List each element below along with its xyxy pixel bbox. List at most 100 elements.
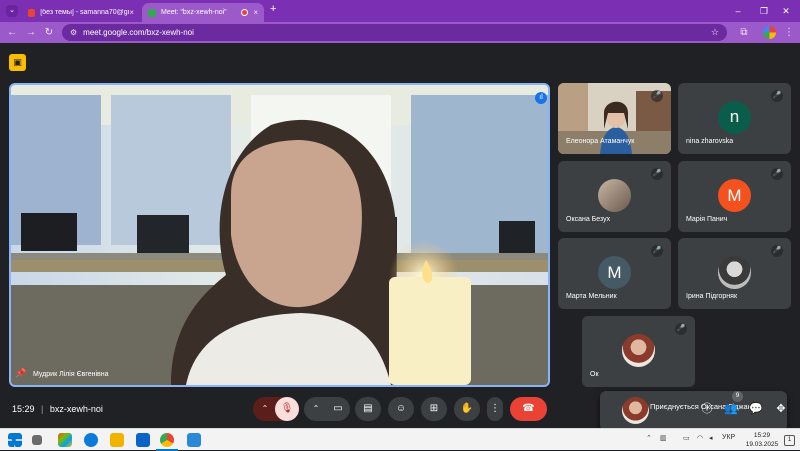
camera-toggle-button[interactable]: ▭ (326, 397, 350, 421)
camera-options-chevron-icon[interactable]: ⌃ (310, 397, 322, 421)
participant-name: Елеонора Атаманчук (566, 138, 635, 145)
minimize-button[interactable]: – (724, 3, 752, 19)
meet-stage: ▣ ıl 📌 Мудрик Лілія Євгенівна 🎤 Елеонора… (0, 43, 800, 431)
extensions-icon[interactable]: ⧉ (737, 26, 751, 40)
profile-avatar[interactable] (763, 26, 776, 39)
main-video-tile[interactable]: ıl 📌 Мудрик Лілія Євгенівна (9, 83, 550, 387)
notification-center-icon[interactable]: 1 (784, 435, 795, 446)
mic-off-icon: 🎤 (771, 90, 783, 102)
participant-tile[interactable]: 🎤 Елеонора Атаманчук (558, 83, 671, 154)
browser-toolbar: ← → ↻ ⚙ meet.google.com/bxz-xewh-noi ☆ ⧉… (0, 22, 800, 43)
network-icon[interactable]: ▥ (660, 434, 667, 442)
avatar (718, 256, 751, 289)
browser-tab-strip: ⌄ [без темы] - samanna70@gmai × Meet: "b… (0, 0, 800, 22)
camera-group: ⌃ ▭ (304, 397, 350, 421)
edge-icon[interactable] (84, 433, 98, 447)
participant-name: Ок (590, 371, 599, 378)
keyboard-language[interactable]: УКР (722, 434, 735, 441)
tab-meet[interactable]: Meet: "bxz-xewh-noi" × (142, 3, 264, 22)
mic-off-icon: 🎤 (651, 90, 663, 102)
participant-name: nina zharovska (686, 138, 734, 145)
mic-group: ⌃ 🎙 (253, 397, 299, 421)
present-button[interactable]: ⊞ (421, 397, 447, 421)
participant-tile[interactable]: 🎤 Ірина Підгорняк (678, 238, 791, 309)
end-call-button[interactable]: ☎ (510, 397, 547, 421)
meeting-code: bxz-xewh-noi (49, 404, 103, 414)
participant-name: Оксана Безух (566, 216, 611, 223)
main-speaker-name: Мудрик Лілія Євгенівна (33, 371, 109, 378)
mic-off-icon: 🎤 (771, 245, 783, 257)
close-window-button[interactable]: ✕ (772, 3, 800, 19)
address-bar[interactable]: ⚙ meet.google.com/bxz-xewh-noi ☆ (62, 24, 727, 41)
mic-off-icon: 🎤 (651, 245, 663, 257)
raise-hand-button[interactable]: ✋ (454, 397, 480, 421)
start-icon[interactable] (8, 433, 22, 447)
volume-icon[interactable]: ◂ (709, 434, 713, 442)
tab-search-icon[interactable]: ⌄ (6, 5, 18, 17)
participant-name: Марта Мельник (566, 293, 617, 300)
site-info-icon[interactable]: ⚙ (70, 28, 77, 37)
menu-icon[interactable]: ⋮ (782, 26, 796, 40)
participant-tile[interactable]: M 🎤 Марія Панич (678, 161, 791, 232)
mic-off-icon: 🎤 (651, 168, 663, 180)
show-hidden-icons[interactable]: ⌃ (646, 434, 652, 442)
participant-name: Ірина Підгорняк (686, 293, 738, 300)
mic-off-icon: 🎤 (675, 323, 687, 335)
store-icon[interactable] (187, 433, 201, 447)
avatar: M (598, 256, 631, 289)
close-icon[interactable]: × (129, 8, 134, 17)
url-text: meet.google.com/bxz-xewh-noi (83, 28, 194, 37)
meet-icon (148, 8, 156, 17)
reload-icon[interactable]: ↻ (42, 26, 56, 40)
people-button[interactable]: 👥 9 (722, 391, 743, 418)
speaking-indicator-icon: ıl (535, 92, 547, 104)
avatar (622, 334, 655, 367)
participant-tile[interactable]: M 🎤 Марта Мельник (558, 238, 671, 309)
speaker-video (11, 85, 548, 385)
outlook-icon[interactable] (136, 433, 150, 447)
meeting-info-icon[interactable]: ⓘ (698, 400, 716, 418)
avatar: M (718, 179, 751, 212)
meeting-time: 15:29 (12, 404, 35, 414)
tab-label: [без темы] - samanna70@gmai (40, 9, 130, 16)
participant-tile[interactable]: 🎤 Оксана Безух (558, 161, 671, 232)
captions-button[interactable]: ▤ (355, 397, 381, 421)
mic-options-chevron-icon[interactable]: ⌃ (259, 397, 271, 421)
forward-icon[interactable]: → (24, 26, 38, 40)
tab-gmail[interactable]: [без темы] - samanna70@gmai × (22, 3, 140, 22)
avatar (598, 179, 631, 212)
mic-off-icon: 🎤 (771, 168, 783, 180)
avatar: n (718, 101, 751, 134)
mic-toggle-button[interactable]: 🎙 (275, 397, 299, 421)
chrome-icon[interactable] (160, 433, 174, 447)
more-options-button[interactable]: ⋮ (487, 397, 503, 421)
activities-icon[interactable]: ✥ (772, 400, 790, 418)
pin-icon[interactable]: 📌 (15, 368, 26, 379)
system-clock[interactable]: 15:29 19.03.2025 (742, 431, 782, 449)
tab-label: Meet: "bxz-xewh-noi" (161, 9, 227, 16)
avatar (622, 397, 649, 424)
clock-date: 19.03.2025 (745, 441, 779, 448)
wifi-icon[interactable]: ◠ (697, 434, 703, 442)
close-icon[interactable]: × (253, 8, 258, 17)
presentation-icon[interactable]: ▣ (9, 54, 26, 71)
people-count-badge: 9 (732, 391, 743, 402)
people-icon: 👥 (724, 403, 738, 415)
emoji-button[interactable]: ☺ (388, 397, 414, 421)
windows-taskbar: ⌃ ▥ ▭ ◠ ◂ УКР 15:29 19.03.2025 1 (0, 428, 800, 451)
back-icon[interactable]: ← (5, 26, 19, 40)
file-explorer-icon[interactable] (110, 433, 124, 447)
battery-icon[interactable]: ▭ (683, 434, 690, 442)
clock-time: 15:29 (753, 432, 771, 439)
task-view-icon[interactable] (32, 435, 42, 445)
chat-icon[interactable]: 💬 (747, 400, 765, 418)
new-tab-button[interactable]: + (270, 3, 276, 15)
meeting-clock: 15:29 | bxz-xewh-noi (12, 404, 103, 414)
participant-tile[interactable]: n 🎤 nina zharovska (678, 83, 791, 154)
participant-name: Марія Панич (686, 216, 728, 223)
gmail-icon (28, 8, 36, 17)
bookmark-star-icon[interactable]: ☆ (711, 27, 719, 38)
copilot-icon[interactable] (58, 433, 72, 447)
recording-icon (241, 9, 249, 16)
participant-tile[interactable]: 🎤 Ок (582, 316, 695, 387)
